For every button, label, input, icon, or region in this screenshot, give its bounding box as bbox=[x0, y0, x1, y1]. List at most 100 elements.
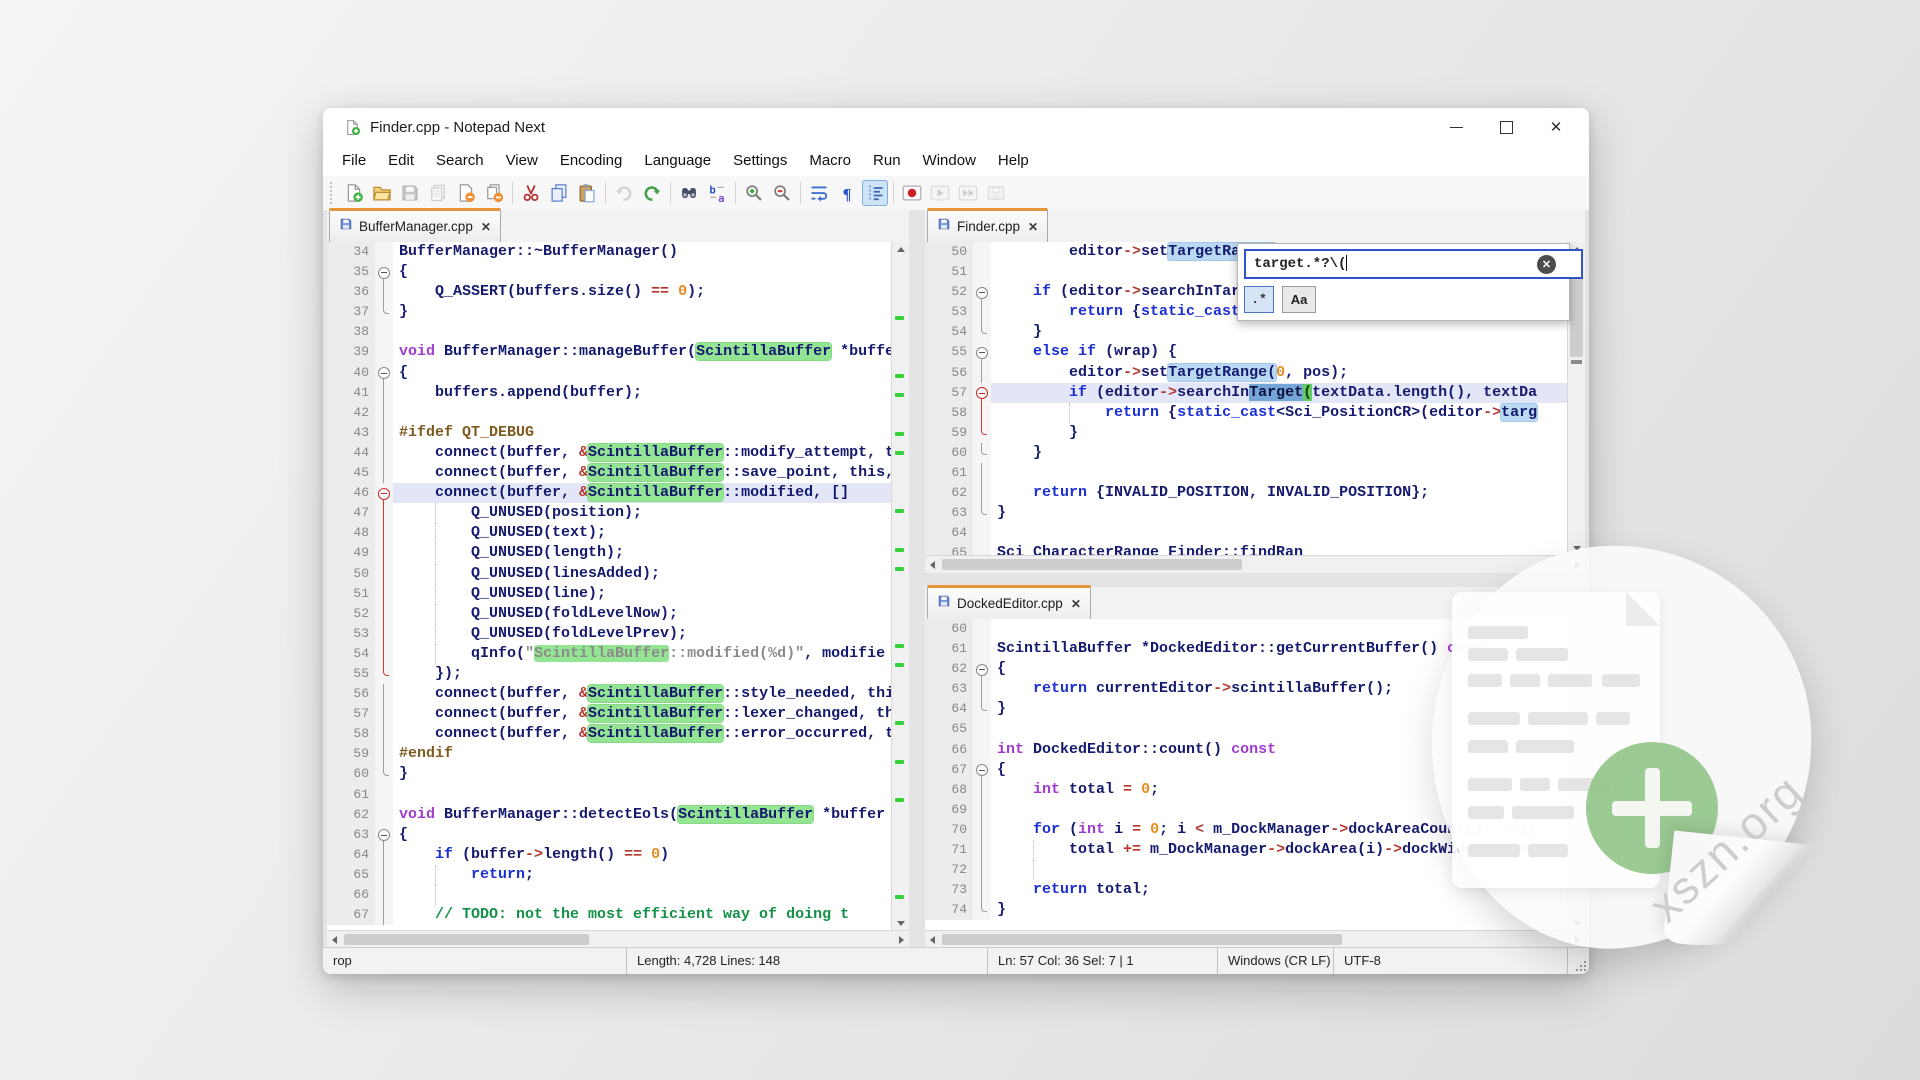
menu-language[interactable]: Language bbox=[633, 146, 722, 176]
paste-icon[interactable] bbox=[574, 180, 600, 206]
scroll-left-icon[interactable] bbox=[930, 561, 935, 569]
code-line-36[interactable]: 36 Q_ASSERT(buffers.size() == 0); bbox=[327, 282, 892, 302]
code-line-63[interactable]: 63{ bbox=[327, 825, 892, 845]
status-encoding[interactable]: UTF-8 bbox=[1333, 948, 1567, 974]
menu-settings[interactable]: Settings bbox=[722, 146, 798, 176]
code-text[interactable]: #endif bbox=[393, 744, 892, 764]
run-macro-multiple-icon[interactable] bbox=[955, 180, 981, 206]
code-line-38[interactable]: 38 bbox=[327, 322, 892, 342]
status-eol-format[interactable]: Windows (CR LF) bbox=[1217, 948, 1333, 974]
replace-icon[interactable]: ba bbox=[704, 180, 730, 206]
toolbar-drag-handle[interactable] bbox=[330, 182, 337, 204]
scrollbar-thumb[interactable] bbox=[942, 559, 1242, 570]
code-line-62[interactable]: 62void BufferManager::detectEols(Scintil… bbox=[327, 805, 892, 825]
code-text[interactable] bbox=[393, 322, 892, 342]
tab-finder-cpp[interactable]: Finder.cpp ✕ bbox=[927, 208, 1048, 242]
code-text[interactable]: qInfo("ScintillaBuffer::modified(%d)", m… bbox=[393, 644, 892, 664]
title-bar[interactable]: Finder.cpp - Notepad Next ✕ bbox=[323, 108, 1589, 146]
find-icon[interactable] bbox=[676, 180, 702, 206]
code-text[interactable]: connect(buffer, &ScintillaBuffer::modify… bbox=[393, 443, 892, 463]
tab-close-icon[interactable]: ✕ bbox=[481, 220, 491, 234]
code-line-54[interactable]: 54 qInfo("ScintillaBuffer::modified(%d)"… bbox=[327, 644, 892, 664]
fold-marker[interactable] bbox=[973, 342, 991, 362]
horizontal-scrollbar[interactable] bbox=[925, 555, 1585, 573]
code-line-51[interactable]: 51 Q_UNUSED(line); bbox=[327, 584, 892, 604]
save-macro-icon[interactable] bbox=[983, 180, 1009, 206]
match-case-toggle-button[interactable]: Aa bbox=[1282, 286, 1316, 313]
undo-icon[interactable] bbox=[611, 180, 637, 206]
code-text[interactable]: }); bbox=[393, 664, 892, 684]
code-line-56[interactable]: 56 editor->setTargetRange(0, pos); bbox=[925, 363, 1568, 383]
menu-edit[interactable]: Edit bbox=[377, 146, 425, 176]
code-line-39[interactable]: 39void BufferManager::manageBuffer(Scint… bbox=[327, 342, 892, 362]
code-text[interactable]: connect(buffer, &ScintillaBuffer::modifi… bbox=[393, 483, 892, 503]
menu-view[interactable]: View bbox=[495, 146, 549, 176]
code-line-57[interactable]: 57 if (editor->searchInTarget(textData.l… bbox=[925, 383, 1568, 403]
code-text[interactable]: { bbox=[393, 825, 892, 845]
fold-marker[interactable] bbox=[375, 262, 393, 282]
code-line-58[interactable]: 58 return {static_cast<Sci_PositionCR>(e… bbox=[925, 403, 1568, 423]
resize-grip[interactable] bbox=[1576, 961, 1586, 971]
code-text[interactable]: Q_UNUSED(foldLevelPrev); bbox=[393, 624, 892, 644]
code-text[interactable]: connect(buffer, &ScintillaBuffer::style_… bbox=[393, 684, 892, 704]
code-line-34[interactable]: 34BufferManager::~BufferManager() bbox=[327, 242, 892, 262]
code-text[interactable]: editor->setTargetRange(0, pos); bbox=[991, 363, 1568, 383]
word-wrap-icon[interactable] bbox=[806, 180, 832, 206]
scroll-up-icon[interactable] bbox=[897, 247, 905, 252]
code-text[interactable]: } bbox=[393, 764, 892, 784]
menu-file[interactable]: File bbox=[331, 146, 377, 176]
fold-marker[interactable] bbox=[375, 483, 393, 503]
menu-help[interactable]: Help bbox=[987, 146, 1040, 176]
code-line-43[interactable]: 43#ifdef QT_DEBUG bbox=[327, 423, 892, 443]
status-length-lines[interactable]: Length: 4,728 Lines: 148 bbox=[626, 948, 987, 974]
code-line-37[interactable]: 37} bbox=[327, 302, 892, 322]
copy-icon[interactable] bbox=[546, 180, 572, 206]
code-line-67[interactable]: 67 // TODO: not the most efficient way o… bbox=[327, 905, 892, 925]
code-line-42[interactable]: 42 bbox=[327, 403, 892, 423]
code-text[interactable]: #ifdef QT_DEBUG bbox=[393, 423, 892, 443]
menu-run[interactable]: Run bbox=[862, 146, 912, 176]
fold-marker[interactable] bbox=[375, 825, 393, 845]
fold-marker[interactable] bbox=[973, 659, 991, 679]
code-line-47[interactable]: 47 Q_UNUSED(position); bbox=[327, 503, 892, 523]
menu-search[interactable]: Search bbox=[425, 146, 495, 176]
code-line-61[interactable]: 61 bbox=[925, 463, 1568, 483]
code-line-40[interactable]: 40{ bbox=[327, 363, 892, 383]
zoom-out-icon[interactable] bbox=[769, 180, 795, 206]
code-line-58[interactable]: 58 connect(buffer, &ScintillaBuffer::err… bbox=[327, 724, 892, 744]
code-text[interactable]: } bbox=[991, 443, 1568, 463]
code-text[interactable]: Q_UNUSED(linesAdded); bbox=[393, 564, 892, 584]
scrollbar-thumb[interactable] bbox=[942, 934, 1342, 945]
code-line-48[interactable]: 48 Q_UNUSED(text); bbox=[327, 523, 892, 543]
code-line-57[interactable]: 57 connect(buffer, &ScintillaBuffer::lex… bbox=[327, 704, 892, 724]
code-text[interactable]: connect(buffer, &ScintillaBuffer::error_… bbox=[393, 724, 892, 744]
fold-marker[interactable] bbox=[973, 383, 991, 403]
code-text[interactable]: return {static_cast<Sci_PositionCR>(edit… bbox=[991, 403, 1568, 423]
status-file-path[interactable]: rop bbox=[323, 948, 626, 974]
fold-marker[interactable] bbox=[375, 363, 393, 383]
code-text[interactable]: { bbox=[393, 262, 892, 282]
code-line-74[interactable]: 74} bbox=[925, 900, 1568, 920]
close-button[interactable]: ✕ bbox=[1531, 108, 1581, 146]
tab-close-icon[interactable]: ✕ bbox=[1071, 597, 1081, 611]
code-text[interactable] bbox=[393, 885, 892, 905]
code-line-59[interactable]: 59 } bbox=[925, 423, 1568, 443]
menu-macro[interactable]: Macro bbox=[798, 146, 862, 176]
code-line-60[interactable]: 60 } bbox=[925, 443, 1568, 463]
code-text[interactable]: buffers.append(buffer); bbox=[393, 383, 892, 403]
code-text[interactable]: if (editor->searchInTarget(textData.leng… bbox=[991, 383, 1568, 403]
code-text[interactable] bbox=[393, 403, 892, 423]
menu-window[interactable]: Window bbox=[912, 146, 987, 176]
new-file-icon[interactable] bbox=[341, 180, 367, 206]
save-file-icon[interactable] bbox=[397, 180, 423, 206]
fold-marker[interactable] bbox=[973, 282, 991, 302]
code-text[interactable]: Q_UNUSED(position); bbox=[393, 503, 892, 523]
scrollbar-thumb[interactable] bbox=[344, 934, 589, 945]
code-text[interactable]: return; bbox=[393, 865, 892, 885]
code-line-64[interactable]: 64 if (buffer->length() == 0) bbox=[327, 845, 892, 865]
code-text[interactable]: return {INVALID_POSITION, INVALID_POSITI… bbox=[991, 483, 1568, 503]
code-line-35[interactable]: 35{ bbox=[327, 262, 892, 282]
code-line-55[interactable]: 55 }); bbox=[327, 664, 892, 684]
code-editor-finder[interactable]: 50 editor->setTargetRange(5152 if (edito… bbox=[925, 242, 1585, 556]
code-line-53[interactable]: 53 Q_UNUSED(foldLevelPrev); bbox=[327, 624, 892, 644]
